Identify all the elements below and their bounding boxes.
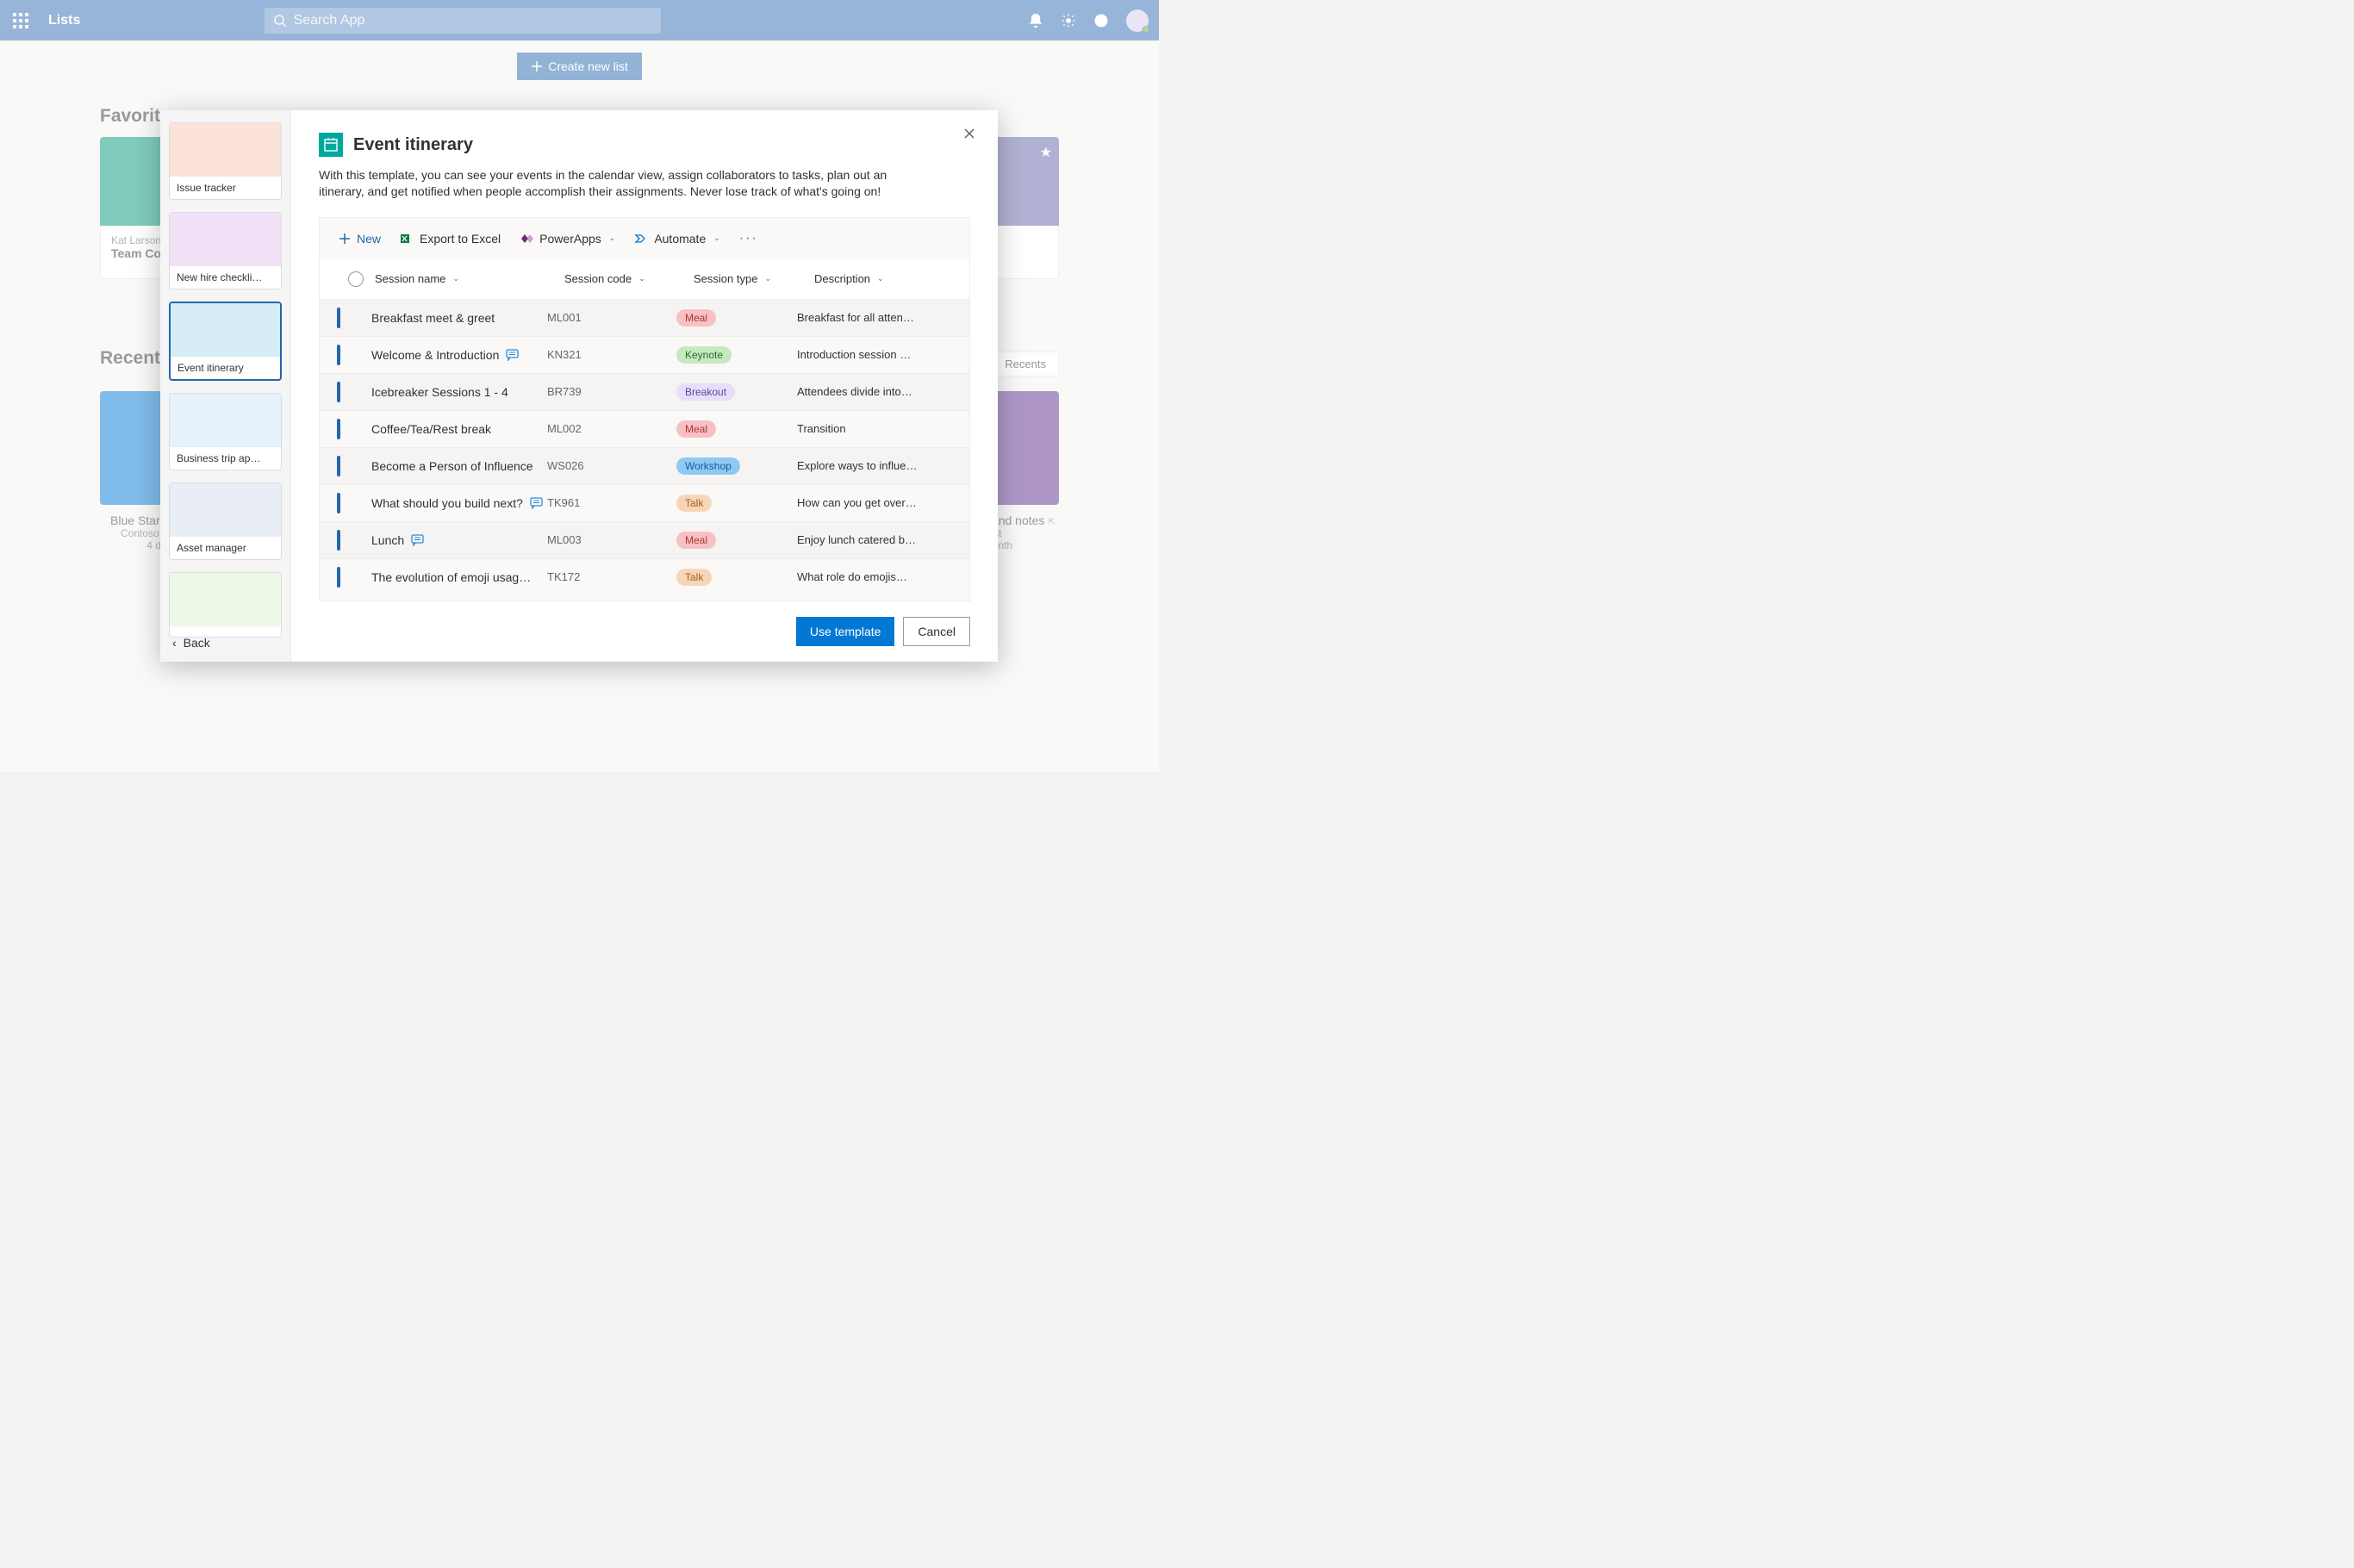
table-row[interactable]: Become a Person of Influence WS026 Works… [320, 447, 969, 484]
new-item-button[interactable]: New [339, 232, 381, 246]
session-type-pill: Keynote [676, 346, 732, 364]
session-code: KN321 [547, 348, 676, 361]
dialog-description: With this template, you can see your eve… [319, 167, 922, 200]
session-code: WS026 [547, 459, 676, 472]
column-headers: Session name⌄ Session code⌄ Session type… [320, 259, 969, 299]
session-description: Introduction session … [797, 348, 952, 361]
session-name: Coffee/Tea/Rest break [371, 422, 491, 436]
session-code: ML001 [547, 311, 676, 324]
row-accent [337, 530, 340, 551]
chat-icon [411, 534, 425, 546]
session-type-pill: Talk [676, 569, 712, 586]
session-type-pill: Meal [676, 309, 716, 327]
table-row[interactable]: The evolution of emoji usag… TK172 Talk … [320, 558, 969, 595]
preview-toolbar: New Export to Excel PowerApps ⌄ Automate… [320, 218, 969, 259]
table-row[interactable]: Icebreaker Sessions 1 - 4 BR739 Breakout… [320, 373, 969, 410]
session-name: The evolution of emoji usag… [371, 570, 531, 584]
session-description: Enjoy lunch catered b… [797, 533, 952, 546]
calendar-icon [319, 133, 343, 157]
template-preview-list: New Export to Excel PowerApps ⌄ Automate… [319, 217, 970, 601]
cancel-button[interactable]: Cancel [903, 617, 970, 646]
session-description: Breakfast for all atten… [797, 311, 952, 324]
excel-icon [400, 232, 414, 246]
chevron-left-icon: ‹ [172, 636, 177, 650]
session-name: Become a Person of Influence [371, 459, 533, 473]
template-label: Issue tracker [170, 177, 281, 199]
powerapps-icon [520, 232, 533, 246]
template-card[interactable]: Business trip ap… [169, 393, 282, 470]
session-code: TK172 [547, 570, 676, 583]
table-row[interactable]: Breakfast meet & greet ML001 Meal Breakf… [320, 299, 969, 336]
close-button[interactable] [963, 128, 975, 142]
session-description: Transition [797, 422, 952, 435]
template-label: Event itinerary [171, 357, 280, 379]
session-name: Icebreaker Sessions 1 - 4 [371, 385, 508, 399]
session-name: Breakfast meet & greet [371, 311, 495, 325]
automate-button[interactable]: Automate ⌄ [634, 232, 719, 246]
template-card[interactable]: Event itinerary [169, 302, 282, 381]
session-type-pill: Meal [676, 420, 716, 438]
template-card[interactable]: Issue tracker [169, 122, 282, 200]
template-list-sidebar: Issue tracker New hire checkli… Event itin… [160, 110, 291, 662]
row-accent [337, 419, 340, 439]
column-description[interactable]: Description⌄ [814, 272, 952, 285]
chevron-down-icon: ⌄ [609, 233, 616, 243]
template-card[interactable]: New hire checkli… [169, 212, 282, 289]
session-type-pill: Meal [676, 532, 716, 549]
template-dialog: Issue tracker New hire checkli… Event itin… [160, 110, 998, 662]
powerapps-button[interactable]: PowerApps ⌄ [520, 232, 615, 246]
back-button[interactable]: ‹ Back [172, 636, 210, 650]
more-actions-button[interactable]: ··· [739, 231, 758, 246]
chevron-down-icon: ⌄ [713, 233, 720, 243]
row-accent [337, 567, 340, 588]
session-name: Welcome & Introduction [371, 348, 499, 362]
session-name: Lunch [371, 533, 404, 547]
template-card[interactable] [169, 572, 282, 638]
row-accent [337, 493, 340, 513]
session-code: BR739 [547, 385, 676, 398]
session-code: ML002 [547, 422, 676, 435]
row-accent [337, 308, 340, 328]
chat-icon [506, 349, 520, 361]
table-row[interactable]: What should you build next? TK961 Talk H… [320, 484, 969, 521]
session-name: What should you build next? [371, 496, 523, 510]
column-session-type[interactable]: Session type⌄ [694, 272, 814, 285]
row-accent [337, 456, 340, 476]
table-row[interactable]: Lunch ML003 Meal Enjoy lunch catered b… [320, 521, 969, 558]
session-description: How can you get over… [797, 496, 952, 509]
template-label: Business trip ap… [170, 447, 281, 470]
session-code: ML003 [547, 533, 676, 546]
column-session-code[interactable]: Session code⌄ [564, 272, 694, 285]
session-type-pill: Talk [676, 495, 712, 512]
chat-icon [530, 497, 544, 509]
session-type-pill: Workshop [676, 457, 740, 475]
row-accent [337, 382, 340, 402]
automate-icon [634, 232, 648, 246]
template-label: New hire checkli… [170, 266, 281, 289]
close-icon [963, 128, 975, 140]
export-excel-button[interactable]: Export to Excel [400, 232, 501, 246]
plus-icon [339, 233, 351, 245]
use-template-button[interactable]: Use template [796, 617, 894, 646]
dialog-title: Event itinerary [353, 135, 473, 155]
session-description: Explore ways to influe… [797, 459, 952, 472]
table-row[interactable]: Coffee/Tea/Rest break ML002 Meal Transit… [320, 410, 969, 447]
session-description: Attendees divide into… [797, 385, 952, 398]
column-session-name[interactable]: Session name⌄ [375, 272, 564, 285]
table-row[interactable]: Welcome & Introduction KN321 Keynote Int… [320, 336, 969, 373]
session-code: TK961 [547, 496, 676, 509]
session-description: What role do emojis… [797, 570, 952, 583]
template-card[interactable]: Asset manager [169, 482, 282, 560]
template-label: Asset manager [170, 537, 281, 559]
row-accent [337, 345, 340, 365]
session-type-pill: Breakout [676, 383, 735, 401]
select-all-checkbox[interactable] [348, 271, 364, 287]
